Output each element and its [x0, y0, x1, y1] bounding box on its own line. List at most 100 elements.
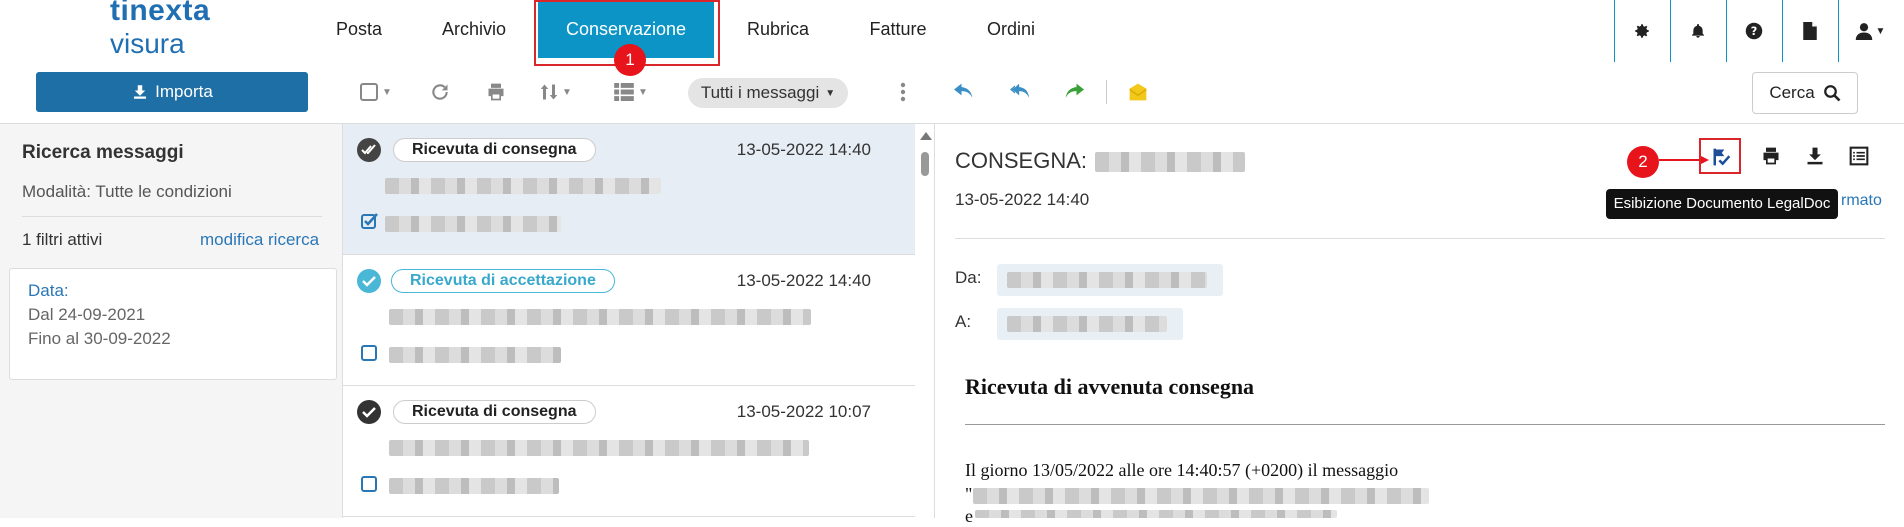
- message-type-badge: Ricevuta di accettazione: [391, 269, 615, 293]
- message-datetime: 13-05-2022 10:07: [736, 402, 871, 421]
- print-icon: [488, 83, 504, 101]
- details-list-icon[interactable]: [1849, 146, 1869, 166]
- receipt-heading: Ricevuta di avvenuta consegna: [965, 374, 1255, 399]
- reply-all-icon: [1010, 83, 1030, 98]
- message-datetime: 13-05-2022 14:40: [736, 140, 871, 159]
- to-address[interactable]: [997, 308, 1183, 340]
- nav-fatture[interactable]: Fatture: [858, 0, 938, 58]
- envelope-icon: [1129, 83, 1147, 101]
- nav-posta[interactable]: Posta: [314, 0, 404, 58]
- user-menu-button[interactable]: ▼: [1838, 0, 1901, 62]
- import-button[interactable]: Importa: [36, 72, 308, 112]
- message-list: Ricevuta di consegna 13-05-2022 14:40 Ri…: [343, 124, 915, 518]
- more-actions-button[interactable]: [900, 78, 906, 106]
- divider: [965, 424, 1885, 425]
- reply-all-button[interactable]: [1010, 78, 1030, 106]
- message-filter-dropdown[interactable]: Tutti i messaggi ▼: [688, 78, 848, 108]
- from-label: Da:: [955, 268, 982, 287]
- date-filter-label: Data:: [28, 281, 69, 300]
- user-icon: [1855, 23, 1872, 40]
- import-label: Importa: [155, 82, 213, 101]
- sort-icon: [540, 84, 558, 100]
- read-status-icon: [357, 400, 381, 424]
- document-icon: [1803, 22, 1817, 40]
- redacted-text: [975, 510, 1337, 518]
- forward-icon: [1065, 83, 1084, 98]
- chevron-down-icon: ▼: [825, 87, 836, 99]
- redacted-text: [973, 488, 1429, 504]
- checkbox-icon[interactable]: [361, 476, 377, 492]
- message-type-badge: Ricevuta di consegna: [393, 400, 596, 424]
- filter-label: Tutti i messaggi: [700, 83, 820, 102]
- nav-ordini[interactable]: Ordini: [976, 0, 1046, 58]
- edit-search-link[interactable]: modifica ricerca: [200, 230, 319, 250]
- import-icon: [134, 85, 147, 99]
- top-navbar: tinexta visura Posta Archivio Conservazi…: [0, 0, 1904, 76]
- chevron-down-icon: ▼: [382, 86, 392, 98]
- tooltip: Esibizione Documento LegalDoc: [1606, 189, 1838, 219]
- to-label: A:: [955, 312, 972, 331]
- search-sidebar: Ricerca messaggi Modalità: Tutte le cond…: [0, 124, 343, 518]
- download-icon[interactable]: [1805, 146, 1825, 166]
- redacted-text: [1007, 316, 1167, 332]
- redacted-text: [389, 478, 559, 494]
- legaldoc-exhibit-icon: [1713, 148, 1731, 166]
- legaldoc-button[interactable]: [1699, 138, 1741, 174]
- print-icon[interactable]: [1761, 146, 1781, 166]
- print-button[interactable]: [486, 78, 506, 106]
- step-badge-2: 2: [1627, 146, 1659, 178]
- svg-text:?: ?: [1751, 25, 1758, 38]
- search-label: Cerca: [1769, 83, 1815, 102]
- date-filter-card[interactable]: Data: Dal 24-09-2021 Fino al 30-09-2022: [9, 268, 337, 380]
- refresh-icon: [432, 84, 448, 100]
- read-status-icon: [357, 138, 381, 162]
- checkbox-icon: [360, 83, 378, 101]
- checked-icon: [361, 213, 378, 229]
- receipt-quote-mark: ": [965, 484, 973, 504]
- search-mode: Modalità: Tutte le condizioni: [22, 182, 232, 201]
- message-row[interactable]: Ricevuta di consegna 13-05-2022 14:40: [343, 124, 915, 255]
- message-row[interactable]: Ricevuta di accettazione 13-05-2022 14:4…: [343, 255, 915, 386]
- divider: [22, 216, 322, 217]
- notifications-button[interactable]: [1670, 0, 1725, 62]
- sort-dropdown[interactable]: ▼: [540, 78, 572, 106]
- step-badge-1: 1: [614, 44, 646, 76]
- bell-icon: [1692, 24, 1704, 38]
- sidebar-title: Ricerca messaggi: [22, 142, 184, 163]
- forward-button[interactable]: [1064, 78, 1084, 106]
- detail-date: 13-05-2022 14:40: [955, 190, 1090, 209]
- message-type-badge: Ricevuta di consegna: [393, 138, 596, 162]
- select-all-dropdown[interactable]: ▼: [360, 78, 392, 106]
- active-filters-count: 1 filtri attivi: [22, 230, 103, 249]
- view-dropdown[interactable]: ▼: [614, 78, 648, 106]
- detail-title: CONSEGNA:: [955, 148, 1088, 173]
- message-list-scrollbar[interactable]: [918, 132, 932, 518]
- search-button[interactable]: Cerca: [1752, 72, 1858, 114]
- help-button[interactable]: ?: [1726, 0, 1781, 62]
- documents-button[interactable]: [1782, 0, 1837, 62]
- mark-unread-button[interactable]: [1128, 78, 1148, 106]
- refresh-button[interactable]: [430, 78, 450, 106]
- receipt-body-line: Il giorno 13/05/2022 alle ore 14:40:57 (…: [965, 460, 1399, 480]
- from-address[interactable]: [997, 264, 1223, 296]
- nav-archivio[interactable]: Archivio: [424, 0, 524, 58]
- message-detail: CONSEGNA: 13-05-2022 14:40 2 Esibizione …: [935, 124, 1904, 526]
- original-format-link[interactable]: rmato: [1841, 192, 1882, 210]
- scroll-up-arrow[interactable]: [920, 132, 932, 140]
- reply-button[interactable]: [954, 78, 974, 106]
- message-row[interactable]: Ricevuta di consegna 13-05-2022 10:07: [343, 386, 915, 517]
- redacted-text: [1007, 272, 1207, 288]
- redacted-text: [385, 178, 661, 194]
- gear-icon: [1635, 24, 1649, 38]
- chevron-down-icon: ▼: [638, 86, 648, 98]
- reply-icon: [954, 83, 973, 98]
- date-from: Dal 24-09-2021: [28, 305, 146, 324]
- nav-rubrica[interactable]: Rubrica: [730, 0, 826, 58]
- checkbox-icon[interactable]: [361, 345, 377, 361]
- settings-button[interactable]: [1614, 0, 1669, 62]
- logo-visura: visura: [110, 28, 185, 59]
- chevron-down-icon: ▼: [562, 86, 572, 98]
- scroll-thumb[interactable]: [921, 152, 929, 176]
- divider: [955, 238, 1885, 239]
- help-icon: ?: [1745, 22, 1763, 40]
